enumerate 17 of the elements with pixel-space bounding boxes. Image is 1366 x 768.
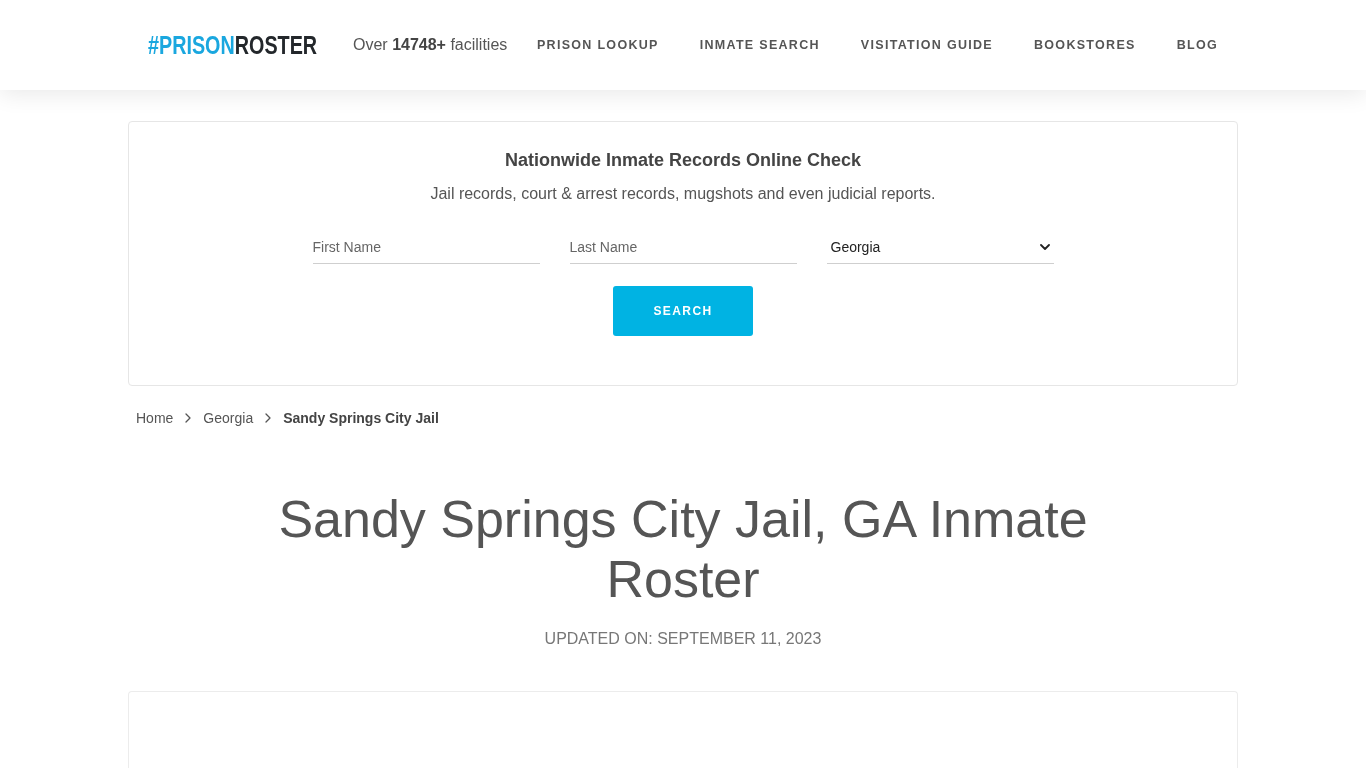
search-panel-subtitle: Jail records, court & arrest records, mugshots and even judicial reports. [430,184,936,204]
nav-link[interactable]: INMATE SEARCH [699,38,820,52]
breadcrumb-link[interactable]: Georgia [203,410,254,426]
breadcrumb-link[interactable]: Home [136,410,174,426]
page-title: Sandy Springs City Jail, GA Inmate Roster [277,489,1089,609]
logo[interactable]: #PRISONROSTER [148,31,316,59]
chevron-down-icon [1039,243,1050,250]
updated-date-text: UPDATED ON: SEPTEMBER 11, 2023 [543,629,823,649]
chevron-right-icon [265,413,272,423]
chevron-right-icon [185,413,192,423]
breadcrumb-link[interactable]: Sandy Springs City Jail [283,410,439,426]
search-panel-title: Nationwide Inmate Records Online Check [504,149,862,171]
facility-count-text: Over 14748+ facilities [353,36,508,54]
nav-link[interactable]: BLOG [1176,38,1218,52]
nav-link[interactable]: VISITATION GUIDE [860,38,993,52]
nav-link[interactable]: BOOKSTORES [1034,38,1136,52]
nav-link[interactable]: PRISON LOOKUP [536,38,659,52]
